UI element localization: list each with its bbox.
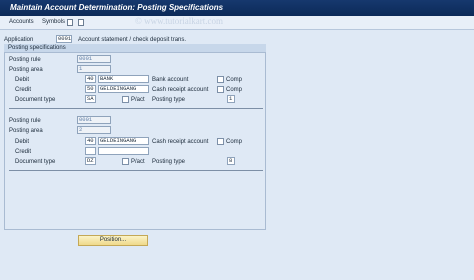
group-title: Posting specifications	[8, 45, 66, 51]
application-field[interactable]: 0001	[56, 35, 72, 43]
debit-label-2: Debit	[15, 139, 30, 145]
posting-rule-label-1: Posting rule	[9, 57, 41, 63]
credit-account-field-1[interactable]: GELDEINGANG	[98, 85, 149, 93]
posting-area-label-2: Posting area	[9, 128, 43, 134]
position-button[interactable]: Position...	[78, 235, 148, 246]
posting-type-label-1: Posting type	[152, 97, 186, 103]
debit-comp-checkbox-2[interactable]	[217, 138, 224, 145]
debit-comp-label-1: Comp	[226, 77, 243, 83]
credit-label-1: Credit	[15, 87, 32, 93]
credit-comp-checkbox-1[interactable]	[217, 86, 224, 93]
posting-rule-field-2[interactable]: 0001	[77, 116, 111, 124]
credit-account-field-2[interactable]	[98, 147, 149, 155]
document-type-label-2: Document type	[15, 159, 56, 165]
separator	[9, 108, 263, 109]
posting-type-field-2[interactable]: 8	[227, 157, 235, 165]
symbols-menu-button[interactable]: Symbols	[42, 19, 65, 25]
posting-type-field-1[interactable]: 1	[227, 95, 235, 103]
credit-description-1: Cash receipt account	[152, 87, 209, 93]
debit-comp-checkbox-1[interactable]	[217, 76, 224, 83]
posting-type-label-2: Posting type	[152, 159, 186, 165]
credit-key-field-2[interactable]	[85, 147, 96, 155]
window-title: Maintain Account Determination: Posting …	[10, 3, 224, 12]
pact-checkbox-1[interactable]	[122, 96, 129, 103]
accounts-menu-button[interactable]: Accounts	[9, 19, 34, 25]
posting-area-label-1: Posting area	[9, 67, 43, 73]
pact-label-2: P/act	[131, 159, 145, 165]
application-description: Account statement / check deposit trans.	[78, 37, 187, 43]
document-type-field-1[interactable]: SA	[85, 95, 96, 103]
document-icon[interactable]	[67, 19, 73, 26]
debit-comp-label-2: Comp	[226, 139, 243, 145]
application-toolbar: Accounts Symbols	[0, 16, 474, 30]
credit-label-2: Credit	[15, 149, 32, 155]
debit-account-field-1[interactable]: BANK	[98, 75, 149, 83]
credit-key-field-1[interactable]: 50	[85, 85, 96, 93]
document-type-label-1: Document type	[15, 97, 56, 103]
posting-area-field-1[interactable]: 1	[77, 65, 111, 73]
separator	[9, 170, 263, 171]
document-type-field-2[interactable]: DZ	[85, 157, 96, 165]
group-header: Posting specifications	[4, 44, 266, 53]
title-bar: Maintain Account Determination: Posting …	[0, 0, 474, 16]
debit-description-1: Bank account	[152, 77, 189, 83]
debit-description-2: Cash receipt account	[152, 139, 209, 145]
debit-key-field-2[interactable]: 40	[85, 137, 96, 145]
application-label: Application	[4, 37, 34, 43]
watermark: © www.tutorialkart.com	[135, 16, 223, 26]
credit-comp-label-1: Comp	[226, 87, 243, 93]
pact-checkbox-2[interactable]	[122, 158, 129, 165]
posting-area-field-2[interactable]: 2	[77, 126, 111, 134]
posting-rule-field-1[interactable]: 0001	[77, 55, 111, 63]
debit-label-1: Debit	[15, 77, 30, 83]
posting-rule-label-2: Posting rule	[9, 118, 41, 124]
pact-label-1: P/act	[131, 97, 145, 103]
debit-account-field-2[interactable]: GELDEINGANG	[98, 137, 149, 145]
debit-key-field-1[interactable]: 40	[85, 75, 96, 83]
copy-icon[interactable]	[78, 19, 84, 26]
